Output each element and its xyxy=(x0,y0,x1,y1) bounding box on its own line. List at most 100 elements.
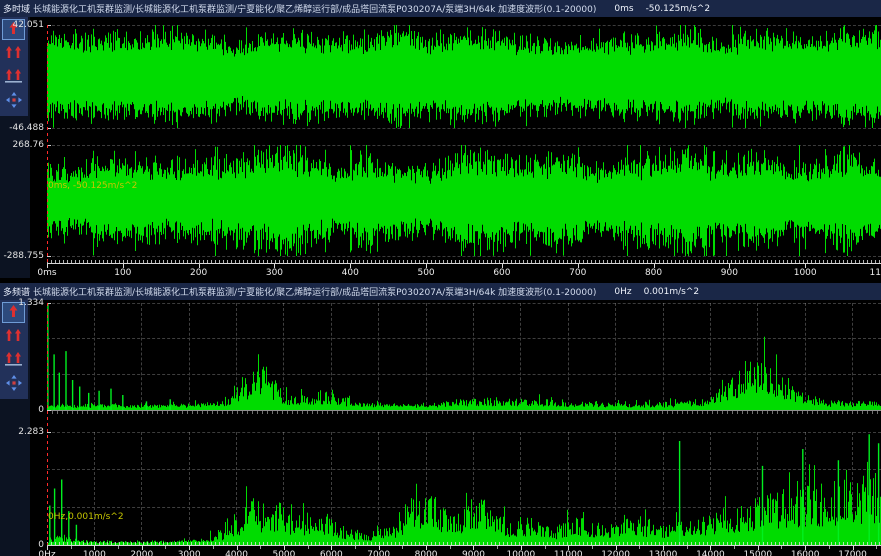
y-min-label: -46.488 xyxy=(0,123,44,133)
axis-minor-tick xyxy=(497,546,498,549)
axis-tick-label: 100 xyxy=(114,268,131,278)
axis-tick-label: 2000 xyxy=(130,550,153,556)
axis-minor-tick xyxy=(687,546,688,549)
axis-minor-tick xyxy=(545,546,546,549)
time-x-axis: 0ms10020030040050060070080090010001100 xyxy=(47,260,881,276)
cursor-annotation: 0ms, -50.125m/s^2 xyxy=(48,181,137,191)
spectrum-plot-1[interactable] xyxy=(47,303,881,410)
cursor-x-readout: 0Hz xyxy=(614,287,631,297)
axis-tick-label: 7000 xyxy=(367,550,390,556)
tool-group xyxy=(0,300,28,399)
harmonic-cursor-tool[interactable] xyxy=(2,67,25,88)
time-cursor-line[interactable] xyxy=(47,25,48,264)
axis-tick-label: 16000 xyxy=(791,550,820,556)
axis-tick-label: 15000 xyxy=(743,550,772,556)
axis-minor-tick xyxy=(734,546,735,549)
axis-tick-label: 0ms xyxy=(37,268,56,278)
axis-tick-label: 1000 xyxy=(794,268,817,278)
axis-tick-label: 11000 xyxy=(554,550,583,556)
double-cursor-tool[interactable] xyxy=(2,43,25,64)
axis-tick-label: 1000 xyxy=(83,550,106,556)
double-arrow-up-icon xyxy=(5,327,22,346)
axis-tick-label: 12000 xyxy=(601,550,630,556)
axis-minor-tick xyxy=(829,546,830,549)
axis-tick-label: 300 xyxy=(266,268,283,278)
double-cursor-tool[interactable] xyxy=(2,326,25,347)
spectrum-trace xyxy=(47,432,881,545)
frequency-x-axis: 0Hz1000200030004000500060007000800090001… xyxy=(47,542,881,556)
spectrum-trace xyxy=(47,303,881,410)
axis-tick-label: 400 xyxy=(342,268,359,278)
axis-minor-tick xyxy=(876,546,877,549)
spectrum-panel: 多频谱 长城能源化工机泵群监测/长城能源化工机泵群监测/宁夏能化/聚乙烯醇运行部… xyxy=(0,283,881,556)
axis-minor-tick xyxy=(118,546,119,549)
level-dash-line xyxy=(47,128,881,129)
cursor-annotation: 0Hz,0.001m/s^2 xyxy=(48,512,124,522)
y-min-label: 0 xyxy=(0,405,44,415)
time-domain-panel: 多时域 长城能源化工机泵群监测/长城能源化工机泵群监测/宁夏能化/聚乙烯醇运行部… xyxy=(0,0,881,278)
spectrum-cursor-line[interactable] xyxy=(47,303,48,545)
measurement-path: 长城能源化工机泵群监测/长城能源化工机泵群监测/宁夏能化/聚乙烯醇运行部/成品塔… xyxy=(33,285,596,298)
pan-tool[interactable] xyxy=(2,374,25,395)
axis-minor-tick xyxy=(402,546,403,549)
axis-line xyxy=(47,545,881,546)
y-min-label: 0 xyxy=(0,540,44,550)
waveform-plot-2[interactable]: 0ms, -50.125m/s^2 xyxy=(47,145,881,256)
axis-tick-label: 9000 xyxy=(462,550,485,556)
cursor-value-readout: -50.125m/s^2 xyxy=(646,4,711,14)
y-min-label: -288.755 xyxy=(0,251,44,261)
measurement-path: 长城能源化工机泵群监测/长城能源化工机泵群监测/宁夏能化/聚乙烯醇运行部/成品塔… xyxy=(33,2,596,15)
axis-minor-tick xyxy=(71,546,72,549)
panel-title: 多时域 xyxy=(3,2,33,15)
axis-tick-label: 0Hz xyxy=(38,550,55,556)
cursor-x-readout: 0ms xyxy=(614,4,633,14)
axis-tick-label: 700 xyxy=(569,268,586,278)
move-icon xyxy=(6,375,22,395)
axis-minor-tick xyxy=(308,546,309,549)
axis-tick-label: 5000 xyxy=(272,550,295,556)
axis-minor-tick xyxy=(639,546,640,549)
pan-tool[interactable] xyxy=(2,91,25,112)
axis-line xyxy=(47,263,881,264)
y-max-label: 2.283 xyxy=(0,427,44,437)
axis-minor-tick xyxy=(450,546,451,549)
double-arrow-up-baseline-icon xyxy=(5,351,22,370)
axis-tick-label: 900 xyxy=(721,268,738,278)
spectrum-plot-area[interactable]: 0Hz,0.001m/s^2 0Hz 1000 2000 3000 4000 5000 60… xyxy=(30,300,881,556)
axis-minor-tick xyxy=(165,546,166,549)
axis-minor-tick xyxy=(213,546,214,549)
tool-group xyxy=(0,17,28,116)
axis-tick-label: 200 xyxy=(190,268,207,278)
axis-tick-label: 17000 xyxy=(838,550,867,556)
axis-tick-label: 1100 xyxy=(870,268,881,278)
axis-minor-tick xyxy=(592,546,593,549)
axis-tick-label: 3000 xyxy=(178,550,201,556)
spectrum-plot-2[interactable]: 0Hz,0.001m/s^2 xyxy=(47,432,881,545)
y-max-label: 1.334 xyxy=(0,298,44,308)
waveform-plot-1[interactable] xyxy=(47,25,881,128)
axis-tick-label: 14000 xyxy=(696,550,725,556)
y-label-tick xyxy=(47,545,51,546)
panel-title: 多频谱 xyxy=(3,285,33,298)
axis-minor-tick xyxy=(260,546,261,549)
axis-tick-label: 8000 xyxy=(415,550,438,556)
vibration-analysis-app: 多时域 长城能源化工机泵群监测/长城能源化工机泵群监测/宁夏能化/聚乙烯醇运行部… xyxy=(0,0,881,556)
axis-minor-tick xyxy=(355,546,356,549)
harmonic-cursor-tool[interactable] xyxy=(2,350,25,371)
axis-tick-label: 500 xyxy=(417,268,434,278)
double-arrow-up-icon xyxy=(5,44,22,63)
axis-tick-label: 800 xyxy=(645,268,662,278)
axis-tick-label: 6000 xyxy=(320,550,343,556)
waveform-trace xyxy=(47,145,881,256)
time-plot-area[interactable]: 0ms, -50.125m/s^2 0ms 100 200 300 400 500 600 7… xyxy=(30,17,881,278)
axis-tick-label: 4000 xyxy=(225,550,248,556)
spectrum-1-baseline xyxy=(47,410,881,414)
axis-tick-label: 13000 xyxy=(649,550,678,556)
axis-tick-label: 10000 xyxy=(507,550,536,556)
cursor-value-readout: 0.001m/s^2 xyxy=(644,287,700,297)
axis-minor-tick xyxy=(781,546,782,549)
time-panel-header: 多时域 长城能源化工机泵群监测/长城能源化工机泵群监测/宁夏能化/聚乙烯醇运行部… xyxy=(0,0,881,17)
spectrum-panel-header: 多频谱 长城能源化工机泵群监测/长城能源化工机泵群监测/宁夏能化/聚乙烯醇运行部… xyxy=(0,283,881,300)
axis-tick-label: 600 xyxy=(493,268,510,278)
waveform-trace xyxy=(47,25,881,128)
